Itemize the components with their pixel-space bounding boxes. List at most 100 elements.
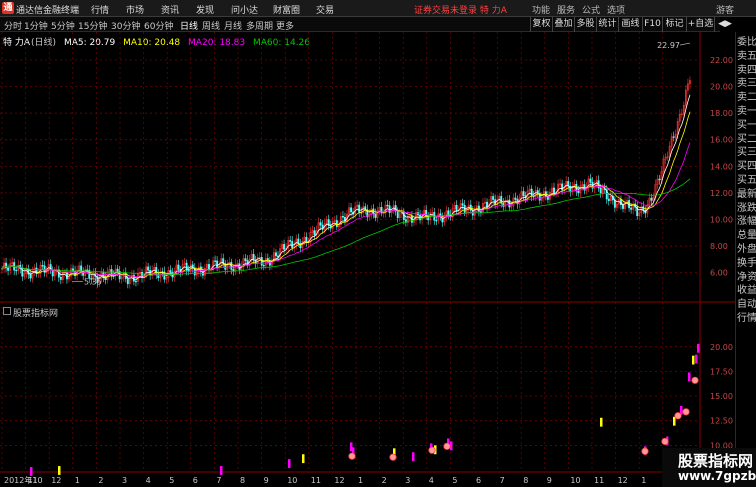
date-label: 11 xyxy=(311,476,321,485)
price-label: 18.00 xyxy=(710,109,733,118)
period-weekly[interactable]: 周线 xyxy=(202,19,220,32)
date-label: 7 xyxy=(500,476,505,485)
price-label: 14.00 xyxy=(710,162,733,171)
candle-body xyxy=(41,265,44,267)
side-item-13: 涨幅 xyxy=(737,216,756,228)
candle-body xyxy=(126,278,129,285)
price-label: 20.00 xyxy=(710,83,733,92)
period-more[interactable]: 更多 xyxy=(276,19,294,32)
date-label: 1 xyxy=(358,476,363,485)
login-alert[interactable]: 证券交易未登录 特 力A xyxy=(414,3,507,16)
period-15min[interactable]: 15分钟 xyxy=(78,19,107,32)
side-item-12: 涨跌 xyxy=(737,202,756,214)
date-label: 12 xyxy=(334,476,344,485)
candle-body xyxy=(630,207,633,210)
candle-body xyxy=(358,204,361,213)
candle-body xyxy=(214,260,217,262)
side-item-1: 卖五 xyxy=(737,50,756,62)
menu-zixun[interactable]: 资讯 xyxy=(161,3,179,16)
date-label: 7 xyxy=(216,476,221,485)
multi-stock-button[interactable]: 多股 xyxy=(574,17,596,32)
indicator-bar xyxy=(288,459,291,469)
candle-body xyxy=(607,198,610,202)
ma5-line xyxy=(1,94,691,281)
function-menu[interactable]: 功能 xyxy=(532,3,550,16)
options-menu[interactable]: 选项 xyxy=(607,3,625,16)
indicator-bar xyxy=(412,452,415,462)
date-label: 12 xyxy=(51,476,61,485)
add-watchlist-button[interactable]: +自选 xyxy=(686,17,714,32)
side-item-0: 委比 xyxy=(737,37,756,48)
candle-body xyxy=(169,270,172,273)
side-item-3: 卖三 xyxy=(737,78,756,90)
fuquan-button[interactable]: 复权 xyxy=(530,17,552,32)
candle-body xyxy=(650,197,653,201)
candle-body xyxy=(341,215,344,218)
menu-wenxiaoda[interactable]: 问小达 xyxy=(231,3,258,16)
period-fenshi[interactable]: 分时 xyxy=(4,19,22,32)
candle-body xyxy=(208,264,210,270)
menu-shichang[interactable]: 市场 xyxy=(126,3,144,16)
period-30min[interactable]: 30分钟 xyxy=(111,19,140,32)
overlay-button[interactable]: 叠加 xyxy=(552,17,574,32)
date-label: 8 xyxy=(240,476,245,485)
period-60min[interactable]: 60分钟 xyxy=(144,19,173,32)
side-item-7: 买二 xyxy=(737,133,756,145)
indicator-bar xyxy=(673,416,676,426)
side-item-6: 买一 xyxy=(737,119,756,131)
kline-chart[interactable]: 22.0020.0018.0016.0014.0012.0010.008.006… xyxy=(0,32,735,487)
candle-body xyxy=(335,220,338,228)
draw-button[interactable]: 画线 xyxy=(618,17,642,32)
side-item-20[interactable]: 行情 xyxy=(737,312,756,326)
candle-body xyxy=(530,188,533,197)
period-1min[interactable]: 1分钟 xyxy=(24,19,48,32)
side-item-8: 买三 xyxy=(737,147,756,159)
menu-hangqing[interactable]: 行情 xyxy=(91,3,109,16)
date-label: 5 xyxy=(452,476,457,485)
f10-button[interactable]: F10 xyxy=(642,17,662,32)
date-label: 3 xyxy=(122,476,127,485)
indicator-label: 20.00 xyxy=(710,343,733,352)
candle-body xyxy=(599,187,602,194)
side-item-9: 买四 xyxy=(737,161,756,173)
indicator-bar xyxy=(302,454,305,464)
low-price-label: 5.35 xyxy=(84,277,102,286)
date-label: 4 xyxy=(146,476,151,485)
high-marker xyxy=(679,42,691,46)
side-item-15: 外盘 xyxy=(737,244,756,255)
signal-marker xyxy=(674,412,682,420)
guest-label[interactable]: 游客 xyxy=(716,3,734,16)
candle-body xyxy=(244,258,247,261)
indicator-icon xyxy=(3,307,11,315)
menu-caifuquan[interactable]: 财富圈 xyxy=(273,3,300,16)
menu-jiaoyi[interactable]: 交易 xyxy=(316,3,334,16)
candle-body xyxy=(479,211,482,213)
candle-body xyxy=(15,269,18,272)
date-label: 1 xyxy=(641,476,646,485)
period-daily[interactable]: 日线 xyxy=(180,19,198,32)
date-label: 12 xyxy=(618,476,628,485)
signal-marker xyxy=(389,453,397,461)
date-label: 6 xyxy=(193,476,198,485)
candle-body xyxy=(350,207,353,213)
candle-body xyxy=(305,236,308,243)
chart-grid xyxy=(0,32,735,487)
formula-menu[interactable]: 公式 xyxy=(582,3,600,16)
menu-faxian[interactable]: 发现 xyxy=(196,3,214,16)
indicator-label: 17.50 xyxy=(710,367,733,376)
nav-arrows-button[interactable]: ◀▶ xyxy=(714,17,735,32)
price-label: 6.00 xyxy=(710,269,728,278)
side-item-19[interactable]: 自动 xyxy=(737,298,756,312)
service-menu[interactable]: 服务 xyxy=(557,3,575,16)
high-price-label: 22.97 xyxy=(657,41,680,50)
mark-button[interactable]: 标记 xyxy=(662,17,686,32)
period-multi[interactable]: 多周期 xyxy=(246,19,273,32)
date-label: 5 xyxy=(169,476,174,485)
candle-body xyxy=(522,191,525,197)
indicator-title: 股票指标网 xyxy=(13,309,59,319)
stats-button[interactable]: 统计 xyxy=(596,17,618,32)
period-5min[interactable]: 5分钟 xyxy=(51,19,75,32)
date-label: 10 xyxy=(287,476,297,485)
period-monthly[interactable]: 月线 xyxy=(224,19,242,32)
candle-body xyxy=(658,178,661,181)
